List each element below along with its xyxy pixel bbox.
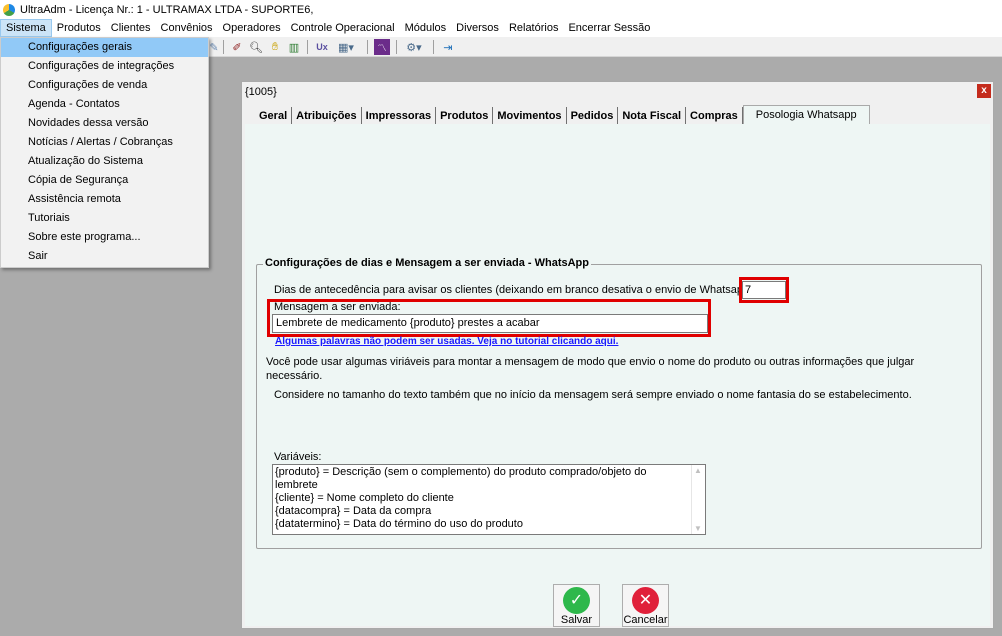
dias-antecedencia-input[interactable]: 7: [742, 281, 786, 299]
save-button-label: Salvar: [560, 614, 593, 626]
tab-pedidos[interactable]: Pedidos: [567, 107, 619, 125]
hand-icon[interactable]: ✋︎: [267, 39, 283, 55]
tab-geral[interactable]: Geral: [255, 107, 293, 125]
check-icon: ✓: [563, 587, 590, 614]
dropdown-item-sobre[interactable]: Sobre este programa...: [1, 228, 208, 247]
tutorial-link[interactable]: Algumas palavras não podem ser usadas. V…: [275, 336, 618, 347]
toolbar-separator: [307, 40, 308, 54]
toolbar-separator: [367, 40, 368, 54]
app-logo-icon: [3, 3, 15, 16]
menu-convenios[interactable]: Convênios: [156, 19, 218, 37]
config-dialog: {1005} x Geral Atribuições Impressoras P…: [241, 81, 994, 629]
menu-sistema[interactable]: Sistema: [0, 19, 52, 37]
variavel-line: {datatermino} = Data do término do uso d…: [275, 518, 523, 530]
dropdown-item-agenda-contatos[interactable]: Agenda - Contatos: [1, 95, 208, 114]
magnifier-icon[interactable]: 🔍︎: [248, 39, 264, 55]
scroll-up-icon[interactable]: ▲: [694, 466, 702, 475]
tab-strip: Geral Atribuições Impressoras Produtos M…: [255, 105, 870, 125]
variaveis-textarea[interactable]: {produto} = Descrição (sem o complemento…: [272, 464, 706, 535]
tab-impressoras[interactable]: Impressoras: [362, 107, 437, 125]
dropdown-item-atualizacao[interactable]: Atualização do Sistema: [1, 152, 208, 171]
info-text-nome-fantasia: Considere no tamanho do texto também que…: [274, 389, 912, 401]
toolbar-separator: [433, 40, 434, 54]
tab-compras[interactable]: Compras: [686, 107, 743, 125]
variaveis-label: Variáveis:: [274, 451, 322, 463]
dias-antecedencia-label: Dias de antecedência para avisar os clie…: [274, 284, 740, 296]
menu-encerrar-sessao[interactable]: Encerrar Sessão: [563, 19, 655, 37]
whatsapp-groupbox: Configurações de dias e Mensagem a ser e…: [256, 257, 982, 549]
line-chart-icon[interactable]: 〽: [374, 39, 390, 55]
tab-movimentos[interactable]: Movimentos: [493, 107, 567, 125]
groupbox-title: Configurações de dias e Mensagem a ser e…: [263, 257, 591, 269]
dropdown-item-configuracoes-venda[interactable]: Configurações de venda: [1, 76, 208, 95]
title-bar: UltraAdm - Licença Nr.: 1 - ULTRAMAX LTD…: [0, 0, 1002, 19]
tools-dropdown-icon[interactable]: ⚙▾: [402, 39, 426, 55]
menu-relatorios[interactable]: Relatórios: [504, 19, 564, 37]
cancel-button[interactable]: ✕ Cancelar: [622, 584, 669, 627]
variaveis-scrollbar[interactable]: ▲ ▼: [691, 465, 705, 534]
dialog-title: {1005}: [245, 86, 277, 98]
menu-operadores[interactable]: Operadores: [218, 19, 286, 37]
cancel-button-label: Cancelar: [623, 614, 668, 626]
chart-check-icon[interactable]: ▥: [286, 39, 302, 55]
mensagem-input[interactable]: Lembrete de medicamento {produto} preste…: [272, 314, 708, 333]
menu-bar: Sistema Produtos Clientes Convênios Oper…: [0, 19, 1002, 37]
cancel-x-icon: ✕: [632, 587, 659, 614]
sistema-dropdown-menu: Configurações gerais Configurações de in…: [0, 37, 209, 268]
mensagem-label: Mensagem a ser enviada:: [274, 301, 401, 313]
variavel-line: {cliente} = Nome completo do cliente: [275, 492, 454, 504]
scroll-down-icon[interactable]: ▼: [694, 524, 702, 533]
tab-produtos[interactable]: Produtos: [436, 107, 494, 125]
tab-panel-posologia-whatsapp: Configurações de dias e Mensagem a ser e…: [245, 124, 990, 627]
printer-dropdown-icon[interactable]: ▦▾: [334, 39, 358, 55]
window-title: UltraAdm - Licença Nr.: 1 - ULTRAMAX LTD…: [20, 3, 314, 16]
dropdown-item-noticias-alertas[interactable]: Notícias / Alertas / Cobranças: [1, 133, 208, 152]
eraser-icon[interactable]: ✐: [229, 39, 245, 55]
exit-door-icon[interactable]: ⇥: [440, 39, 456, 55]
menu-produtos[interactable]: Produtos: [52, 19, 106, 37]
close-icon[interactable]: x: [977, 84, 991, 98]
dropdown-item-novidades[interactable]: Novidades dessa versão: [1, 114, 208, 133]
menu-controle-operacional[interactable]: Controle Operacional: [286, 19, 400, 37]
save-button[interactable]: ✓ Salvar: [553, 584, 600, 627]
dropdown-item-assistencia-remota[interactable]: Assistência remota: [1, 190, 208, 209]
menu-clientes[interactable]: Clientes: [106, 19, 156, 37]
ux-icon[interactable]: Ux: [314, 39, 330, 55]
tab-atribuicoes[interactable]: Atribuições: [292, 107, 362, 125]
dropdown-item-tutoriais[interactable]: Tutoriais: [1, 209, 208, 228]
note-icon[interactable]: ✎: [209, 39, 219, 55]
menu-modulos[interactable]: Módulos: [400, 19, 452, 37]
variavel-line: {datacompra} = Data da compra: [275, 505, 432, 517]
tab-posologia-whatsapp[interactable]: Posologia Whatsapp: [742, 105, 870, 125]
dropdown-item-configuracoes-gerais[interactable]: Configurações gerais: [1, 38, 208, 57]
toolbar-separator: [396, 40, 397, 54]
toolbar-separator: [223, 40, 224, 54]
dropdown-item-configuracoes-integracoes[interactable]: Configurações de integrações: [1, 57, 208, 76]
menu-diversos[interactable]: Diversos: [451, 19, 504, 37]
info-text-variaveis: Você pode usar algumas viriáveis para mo…: [266, 356, 915, 382]
variaveis-list: {produto} = Descrição (sem o complemento…: [275, 466, 691, 531]
dropdown-item-copia-seguranca[interactable]: Cópia de Segurança: [1, 171, 208, 190]
dropdown-item-sair[interactable]: Sair: [1, 247, 208, 266]
tab-nota-fiscal[interactable]: Nota Fiscal: [618, 107, 687, 125]
variavel-line: {produto} = Descrição (sem o complemento…: [275, 466, 647, 491]
